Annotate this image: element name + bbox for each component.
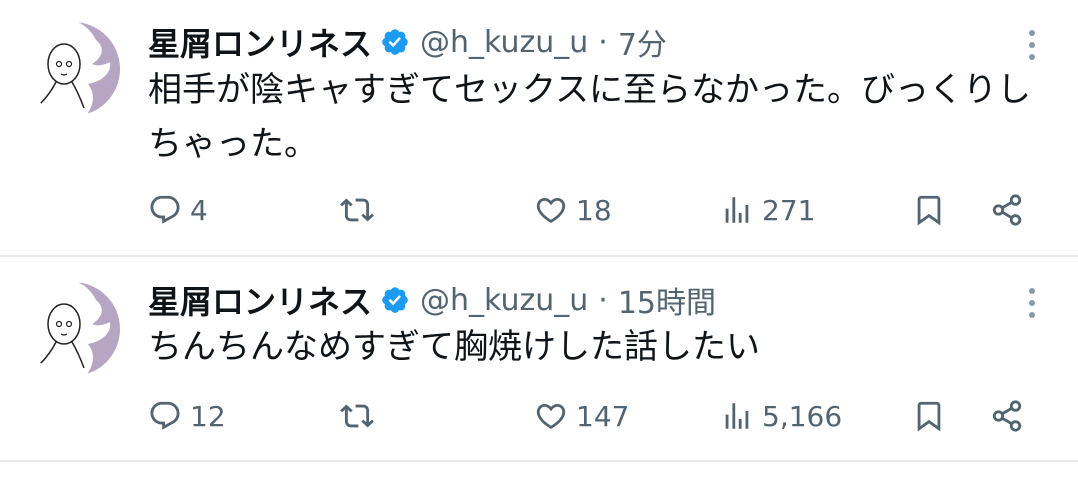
timestamp[interactable]: 15時間	[618, 278, 716, 322]
avatar[interactable]	[26, 22, 120, 116]
views-button[interactable]: 5,166	[720, 394, 842, 438]
like-button[interactable]: 147	[534, 394, 629, 438]
separator-dot: ·	[598, 282, 608, 318]
verified-badge-icon	[382, 287, 408, 313]
verified-badge-icon	[382, 29, 408, 55]
display-name[interactable]: 星屑ロンリネス	[148, 19, 372, 65]
avatar-illustration	[26, 22, 120, 116]
heart-icon	[536, 197, 566, 223]
more-vertical-icon[interactable]	[1022, 288, 1042, 318]
bookmark-icon	[917, 401, 941, 432]
views-count: 271	[762, 193, 816, 227]
bookmark-icon	[917, 195, 941, 226]
share-button[interactable]	[990, 394, 1024, 438]
bookmark-button[interactable]	[912, 394, 946, 438]
reply-button[interactable]: 4	[148, 188, 208, 232]
tweet-text: 相手が陰キャすぎてセックスに至らなかった。びっくりしちゃった。	[148, 70, 1031, 164]
avatar[interactable]	[26, 282, 120, 376]
display-name[interactable]: 星屑ロンリネス	[148, 277, 372, 323]
separator-dot: ·	[598, 24, 608, 60]
tweet[interactable]: 星屑ロンリネス @h_kuzu_u · 15時間 ちんちんなめすぎて胸焼けした話…	[0, 257, 1078, 462]
tweet[interactable]: 星屑ロンリネス @h_kuzu_u · 7分 相手が陰キャすぎてセックスに至らな…	[0, 0, 1078, 257]
retweet-icon	[340, 198, 374, 222]
views-button[interactable]: 271	[720, 188, 815, 232]
retweet-button[interactable]	[340, 188, 382, 232]
reply-count: 12	[190, 399, 226, 433]
more-vertical-icon[interactable]	[1022, 30, 1042, 60]
tweet-header: 星屑ロンリネス @h_kuzu_u · 7分	[148, 19, 667, 65]
like-count: 147	[576, 399, 630, 433]
reply-bubble-icon	[150, 401, 180, 430]
action-bar: 12 147 5,166	[148, 394, 1038, 438]
like-button[interactable]: 18	[534, 188, 612, 232]
share-icon	[992, 400, 1022, 432]
tweet-header: 星屑ロンリネス @h_kuzu_u · 15時間	[148, 277, 716, 323]
reply-bubble-icon	[150, 195, 180, 224]
bar-chart-icon	[725, 197, 749, 223]
share-button[interactable]	[990, 188, 1024, 232]
reply-button[interactable]: 12	[148, 394, 226, 438]
bar-chart-icon	[725, 403, 749, 429]
like-count: 18	[576, 193, 612, 227]
handle[interactable]: @h_kuzu_u	[420, 25, 588, 60]
share-icon	[992, 194, 1022, 226]
tweet-text: ちんちんなめすぎて胸焼けした話したい	[148, 327, 760, 367]
retweet-icon	[340, 404, 374, 428]
timestamp[interactable]: 7分	[618, 20, 667, 64]
bookmark-button[interactable]	[912, 188, 946, 232]
reply-count: 4	[190, 193, 208, 227]
action-bar: 4 18 271	[148, 188, 1038, 232]
handle[interactable]: @h_kuzu_u	[420, 283, 588, 318]
views-count: 5,166	[762, 399, 843, 433]
avatar-illustration	[26, 282, 120, 376]
heart-icon	[536, 403, 566, 429]
retweet-button[interactable]	[340, 394, 382, 438]
